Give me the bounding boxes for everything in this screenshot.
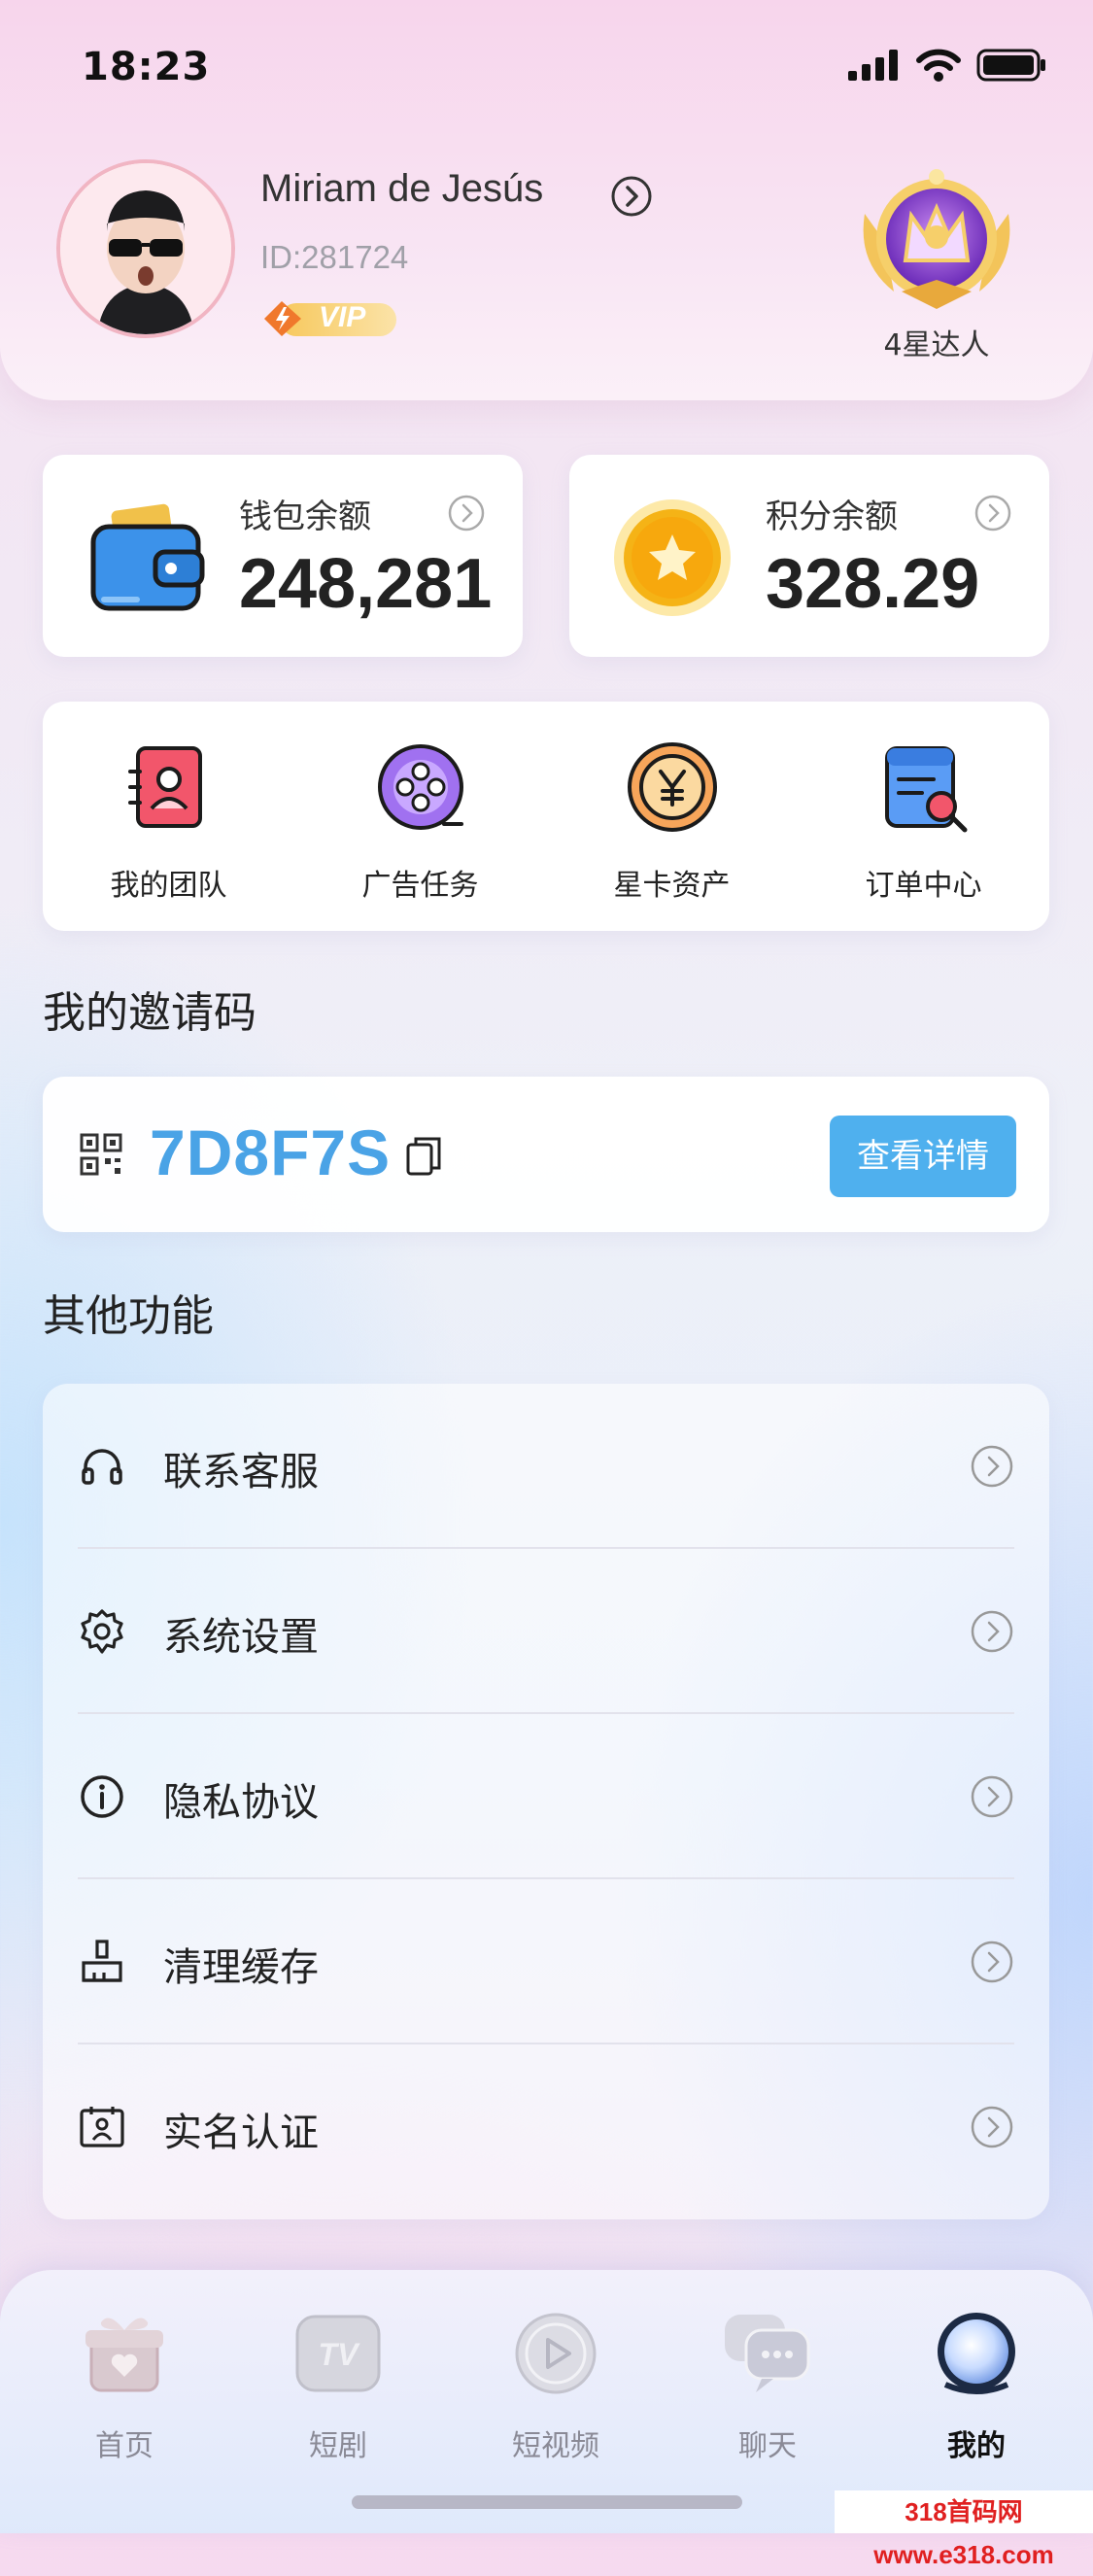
home-indicator[interactable] xyxy=(352,2495,742,2509)
watermark: 318首码网 www.e318.com xyxy=(835,2490,1093,2569)
wallet-title: 钱包余额 xyxy=(239,498,371,536)
profile-chevron-icon[interactable] xyxy=(610,175,653,218)
tab-drama[interactable]: TV 短剧 xyxy=(260,2309,416,2474)
profile-orb-icon xyxy=(938,2313,1015,2394)
quick-action-star-card[interactable]: 星卡资产 xyxy=(546,702,798,931)
menu-item-label: 联系客服 xyxy=(163,1450,319,1494)
status-time: 18:23 xyxy=(82,45,211,89)
quick-action-label: 广告任务 xyxy=(361,869,479,903)
avatar-character-icon xyxy=(60,163,231,334)
menu-item-label: 系统设置 xyxy=(163,1615,319,1660)
chevron-right-icon xyxy=(971,1610,1013,1653)
crown-badge-icon[interactable] xyxy=(855,155,1018,319)
tab-label: 聊天 xyxy=(738,2429,797,2463)
vip-label: VIP xyxy=(319,301,366,333)
svg-text:TV: TV xyxy=(319,2337,361,2372)
quick-action-label: 星卡资产 xyxy=(613,869,731,903)
tab-home[interactable]: 首页 xyxy=(47,2309,202,2474)
menu-item-customer-service[interactable]: 联系客服 xyxy=(43,1384,1049,1549)
quick-action-my-team[interactable]: 我的团队 xyxy=(43,702,294,931)
wallet-arrow-icon[interactable] xyxy=(447,494,486,532)
id-card-icon xyxy=(80,2107,124,2147)
status-bar: 18:23 xyxy=(0,0,1093,126)
chevron-right-icon xyxy=(971,1775,1013,1818)
headset-icon xyxy=(82,1449,122,1485)
quick-actions: 我的团队 广告任务 星卡资产 订单中心 xyxy=(43,702,1049,931)
status-icons xyxy=(848,49,1046,82)
star-coin-icon xyxy=(614,499,731,616)
menu-item-privacy[interactable]: 隐私协议 xyxy=(43,1714,1049,1879)
yen-coin-icon xyxy=(627,742,717,832)
chat-icon xyxy=(725,2315,810,2392)
quick-action-ad-task[interactable]: 广告任务 xyxy=(294,702,546,931)
quick-action-label: 我的团队 xyxy=(110,869,227,903)
tab-short-video[interactable]: 短视频 xyxy=(478,2309,633,2474)
invite-section-title: 我的邀请码 xyxy=(43,988,256,1038)
tab-mine[interactable]: 我的 xyxy=(899,2309,1054,2474)
menu-item-label: 清理缓存 xyxy=(163,1945,319,1990)
avatar[interactable] xyxy=(56,159,235,338)
wifi-icon xyxy=(916,49,961,82)
wallet-balance-card[interactable]: 钱包余额 248,281 xyxy=(43,455,523,657)
menu-item-label: 实名认证 xyxy=(163,2111,319,2155)
invite-code-card: 7D8F7S 查看详情 xyxy=(43,1077,1049,1232)
chevron-right-icon xyxy=(971,1941,1013,1983)
tab-label: 我的 xyxy=(947,2429,1006,2463)
play-icon xyxy=(515,2313,597,2394)
user-id: ID:281724 xyxy=(260,239,409,275)
quick-action-label: 订单中心 xyxy=(865,869,982,903)
points-arrow-icon[interactable] xyxy=(973,494,1012,532)
other-section-title: 其他功能 xyxy=(43,1291,214,1341)
menu-item-clear-cache[interactable]: 清理缓存 xyxy=(43,1879,1049,2044)
points-value: 328.29 xyxy=(766,545,980,623)
qr-code-icon xyxy=(80,1133,122,1176)
quick-action-order-center[interactable]: 订单中心 xyxy=(798,702,1049,931)
battery-icon xyxy=(976,49,1045,82)
copy-icon[interactable] xyxy=(404,1135,443,1178)
tab-label: 短剧 xyxy=(309,2429,367,2463)
badge-label: 4星达人 xyxy=(883,328,990,362)
tv-icon: TV xyxy=(295,2315,381,2392)
order-search-icon xyxy=(884,746,967,833)
ad-task-icon xyxy=(377,744,463,830)
broom-icon xyxy=(82,1940,122,1982)
tab-chat[interactable]: 聊天 xyxy=(690,2309,845,2474)
signal-icon xyxy=(848,50,898,81)
invite-code: 7D8F7S xyxy=(150,1116,392,1188)
tab-label: 短视频 xyxy=(512,2429,599,2463)
view-details-button[interactable]: 查看详情 xyxy=(830,1116,1016,1197)
wallet-icon xyxy=(90,503,205,611)
info-icon xyxy=(81,1775,123,1818)
gift-icon xyxy=(85,2318,163,2392)
gear-icon xyxy=(81,1609,123,1654)
menu-item-real-name[interactable]: 实名认证 xyxy=(43,2044,1049,2210)
wallet-value: 248,281 xyxy=(239,545,493,623)
points-title: 积分余额 xyxy=(766,498,898,536)
chevron-right-icon xyxy=(971,2106,1013,2148)
user-name[interactable]: Miriam de Jesús xyxy=(260,167,543,211)
tab-label: 首页 xyxy=(95,2429,154,2463)
chevron-right-icon xyxy=(971,1445,1013,1488)
vip-badge: VIP xyxy=(260,297,400,340)
other-functions-list: 联系客服 系统设置 隐私协议 清理缓存 实名认证 xyxy=(43,1384,1049,2219)
menu-item-settings[interactable]: 系统设置 xyxy=(43,1549,1049,1714)
menu-item-label: 隐私协议 xyxy=(163,1780,319,1825)
points-balance-card[interactable]: 积分余额 328.29 xyxy=(569,455,1049,657)
team-icon xyxy=(127,746,202,828)
